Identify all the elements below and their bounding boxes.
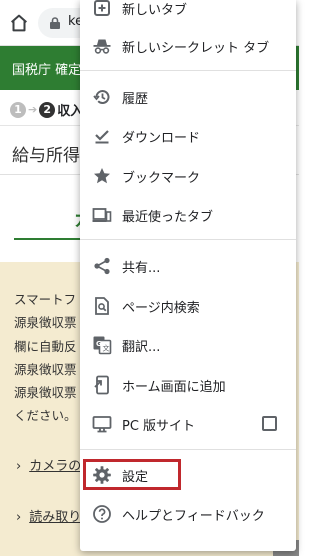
- browser-overflow-menu: 新しいタブ 新しいシークレット タブ 履歴 ダウンロード ブックマーク 最近使っ…: [80, 0, 296, 551]
- camera-link[interactable]: › カメラの: [16, 455, 81, 474]
- svg-text:G: G: [96, 340, 102, 348]
- home-icon[interactable]: [8, 12, 30, 34]
- menu-item-downloads[interactable]: ダウンロード: [80, 116, 296, 156]
- menu-item-find-in-page[interactable]: ページ内検索: [80, 286, 296, 326]
- step-arrow-icon: ➔: [28, 103, 38, 116]
- chevron-right-icon: ›: [16, 510, 22, 525]
- lock-icon: [48, 16, 62, 30]
- menu-item-label: PC 版サイト: [122, 419, 196, 434]
- reading-link[interactable]: › 読み取り: [16, 506, 81, 525]
- menu-item-bookmarks[interactable]: ブックマーク: [80, 156, 296, 196]
- share-icon: [92, 256, 112, 276]
- instructions-text: スマートフ 源泉徴収票 欄に自動反 源泉徴収票 源泉徴収票 ください。: [14, 288, 77, 428]
- download-icon: [92, 126, 112, 146]
- menu-item-help-feedback[interactable]: ヘルプとフィードバック: [80, 494, 296, 534]
- add-to-home-icon: [92, 375, 112, 395]
- body-line: 欄に自動反: [14, 338, 77, 354]
- menu-item-label: ブックマーク: [122, 171, 201, 186]
- menu-item-label: 翻訳...: [122, 340, 161, 355]
- menu-item-label: 履歴: [122, 92, 149, 107]
- menu-item-recent-tabs[interactable]: 最近使ったタブ: [80, 195, 296, 235]
- menu-item-new-incognito-tab[interactable]: 新しいシークレット タブ: [80, 26, 296, 66]
- settings-highlight-box: [83, 459, 181, 490]
- history-icon: [92, 87, 112, 107]
- body-line: スマートフ: [14, 292, 77, 307]
- menu-item-translate[interactable]: G文 翻訳...: [80, 325, 296, 365]
- menu-divider: [80, 70, 296, 71]
- menu-divider: [80, 449, 296, 450]
- body-line: ください。: [14, 408, 77, 424]
- new-tab-icon: [92, 0, 112, 18]
- star-icon: [92, 166, 112, 186]
- menu-item-label: ヘルプとフィードバック: [122, 509, 265, 524]
- body-line: 源泉徴収票: [14, 361, 77, 377]
- menu-item-desktop-site[interactable]: PC 版サイト: [80, 404, 296, 444]
- menu-item-add-to-home-screen[interactable]: ホーム画面に追加: [80, 365, 296, 405]
- incognito-icon: [92, 36, 112, 56]
- step-1-badge: 1: [10, 101, 26, 118]
- menu-item-label: ホーム画面に追加: [122, 380, 226, 395]
- recent-tabs-icon: [92, 205, 112, 225]
- menu-item-label: 新しいタブ: [122, 3, 188, 18]
- body-line: 源泉徴収票: [14, 315, 77, 331]
- menu-divider: [80, 239, 296, 240]
- svg-text:文: 文: [103, 344, 110, 353]
- menu-item-label: 最近使ったタブ: [122, 210, 214, 225]
- menu-item-label: ダウンロード: [122, 131, 201, 146]
- menu-item-share[interactable]: 共有...: [80, 246, 296, 286]
- section-title: 給与所得: [12, 146, 80, 166]
- help-icon: [92, 504, 112, 524]
- desktop-site-checkbox[interactable]: [262, 416, 277, 431]
- menu-item-history[interactable]: 履歴: [80, 77, 296, 117]
- translate-icon: G文: [92, 335, 112, 355]
- menu-item-label: 共有...: [122, 261, 161, 276]
- site-header-text: 国税庁 確定: [12, 63, 82, 78]
- step-2-badge: 2: [39, 101, 56, 118]
- body-line: 源泉徴収票: [14, 385, 77, 401]
- menu-item-label: ページ内検索: [122, 301, 200, 316]
- chevron-right-icon: ›: [16, 459, 22, 474]
- desktop-icon: [92, 414, 112, 434]
- menu-item-new-tab[interactable]: 新しいタブ: [80, 0, 296, 28]
- find-in-page-icon: [92, 296, 112, 316]
- menu-item-label: 新しいシークレット タブ: [122, 41, 270, 56]
